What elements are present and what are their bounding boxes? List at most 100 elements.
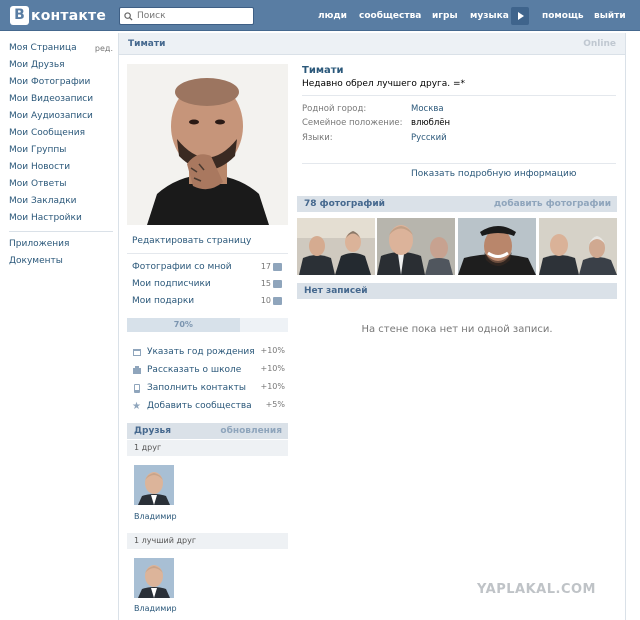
photo-image [539,218,617,275]
photo-thumb[interactable] [458,218,536,275]
friend-photo [134,465,174,505]
best-friend-header: 1 лучший друг [127,533,288,549]
tip-percent: +10% [260,364,285,373]
friends-title: Друзья [134,426,172,436]
counter-gifts[interactable]: Мои подарки 10 [132,296,282,310]
vk-logo[interactable]: В контакте [10,6,106,25]
left-nav: Моя Страница ред. Мои Друзья Мои Фотограф… [9,40,113,270]
profile-status[interactable]: Недавно обрел лучшего друга. =* [302,79,465,89]
photo-thumb[interactable] [377,218,455,275]
best-friend-count: 1 лучший друг [134,536,197,545]
nav-help[interactable]: помощь [542,0,584,31]
tip-label: Рассказать о школе [147,365,242,375]
tip-school[interactable]: Рассказать о школе +10% [132,363,285,377]
profile-avatar[interactable] [127,64,288,225]
info-value-link[interactable]: Русский [411,133,447,143]
nav-answers[interactable]: Мои Ответы [9,176,113,193]
divider [302,95,616,96]
friends-count: 1 друг [134,443,162,452]
divider [302,163,616,164]
info-key: Родной город: [302,104,367,114]
tip-label: Указать год рождения [147,347,255,357]
best-friend-avatar[interactable] [134,558,174,598]
logo-letter: В [10,6,29,25]
nav-label: Моя Страница [9,43,77,53]
nav-people[interactable]: люди [318,0,347,31]
play-icon[interactable] [511,7,529,25]
nav-settings[interactable]: Мои Настройки [9,210,113,227]
photo-image [377,218,455,275]
show-details-link[interactable]: Показать подробную информацию [411,169,576,179]
add-photos-link[interactable]: добавить фотографии [494,199,611,209]
search-box[interactable] [119,7,254,25]
friends-header[interactable]: Друзья обновления [127,423,288,439]
counter-followers[interactable]: Мои подписчики 15 [132,279,282,293]
nav-communities[interactable]: сообщества [359,0,421,31]
avatar-photo [127,64,288,225]
nav-messages[interactable]: Мои Сообщения [9,125,113,142]
photos-title: 78 фотографий [304,199,385,209]
search-input[interactable] [137,11,247,21]
tip-label: Добавить сообщества [147,401,252,411]
nav-games[interactable]: игры [432,0,458,31]
best-friend-photo [134,558,174,598]
photo-thumb[interactable] [297,218,375,275]
nav-my-page[interactable]: Моя Страница ред. [9,40,113,57]
counter-label: Мои подписчики [132,279,211,289]
photo-image [458,218,536,275]
nav-bookmarks[interactable]: Мои Закладки [9,193,113,210]
gift-icon [273,296,282,305]
wall-empty-message: На стене пока нет ни одной записи. [361,324,553,335]
info-relationship: Семейное положение: влюблён [302,118,612,132]
tip-percent: +5% [265,400,285,409]
friend-name[interactable]: Владимир [134,512,177,521]
nav-videos[interactable]: Мои Видеозаписи [9,91,113,108]
tip-birth-year[interactable]: Указать год рождения +10% [132,345,285,359]
nav-news[interactable]: Мои Новости [9,159,113,176]
edit-link[interactable]: ред. [95,40,113,57]
info-value-link[interactable]: Москва [411,104,444,114]
tip-contacts[interactable]: Заполнить контакты +10% [132,381,285,395]
nav-groups[interactable]: Мои Группы [9,142,113,159]
people-icon [273,279,282,288]
counter-value: 15 [260,279,271,288]
online-status: Online [583,39,616,49]
friends-updates-link[interactable]: обновления [220,426,282,436]
nav-apps[interactable]: Приложения [9,236,113,253]
page-title: Тимати [128,39,166,49]
profile-completion-bar: 70% [127,318,288,332]
info-key: Семейное положение: [302,118,403,128]
friend-avatar[interactable] [134,465,174,505]
info-value: влюблён [411,118,451,128]
wall-header: Нет записей [297,283,617,299]
nav-docs[interactable]: Документы [9,253,113,270]
nav-music[interactable]: музыка [470,0,509,31]
watermark: YAPLAKAL.COM [477,582,596,597]
tip-communities[interactable]: ★ Добавить сообщества +5% [132,399,285,413]
photo-image [297,218,375,275]
top-bar: В контакте люди сообщества игры музыка п… [0,0,640,31]
photo-thumb[interactable] [539,218,617,275]
nav-photos[interactable]: Мои Фотографии [9,74,113,91]
best-friend-name[interactable]: Владимир [134,604,177,613]
info-key: Языки: [302,133,333,143]
camera-icon [273,262,282,271]
tip-label: Заполнить контакты [147,383,246,393]
tip-percent: +10% [260,382,285,391]
counter-label: Фотографии со мной [132,262,232,272]
nav-audio[interactable]: Мои Аудиозаписи [9,108,113,125]
nav-friends[interactable]: Мои Друзья [9,57,113,74]
divider [127,253,288,254]
photos-header[interactable]: 78 фотографий добавить фотографии [297,196,617,212]
photos-strip [297,218,617,275]
school-icon [132,366,141,375]
search-icon [124,11,133,21]
edit-page-link[interactable]: Редактировать страницу [132,236,251,246]
friends-count-header: 1 друг [127,440,288,456]
counter-photos-with-me[interactable]: Фотографии со мной 17 [132,262,282,276]
nav-logout[interactable]: выйти [594,0,626,31]
nav-divider [9,231,113,232]
star-icon: ★ [132,400,141,412]
calendar-icon [132,348,141,357]
counter-value: 10 [260,296,271,305]
